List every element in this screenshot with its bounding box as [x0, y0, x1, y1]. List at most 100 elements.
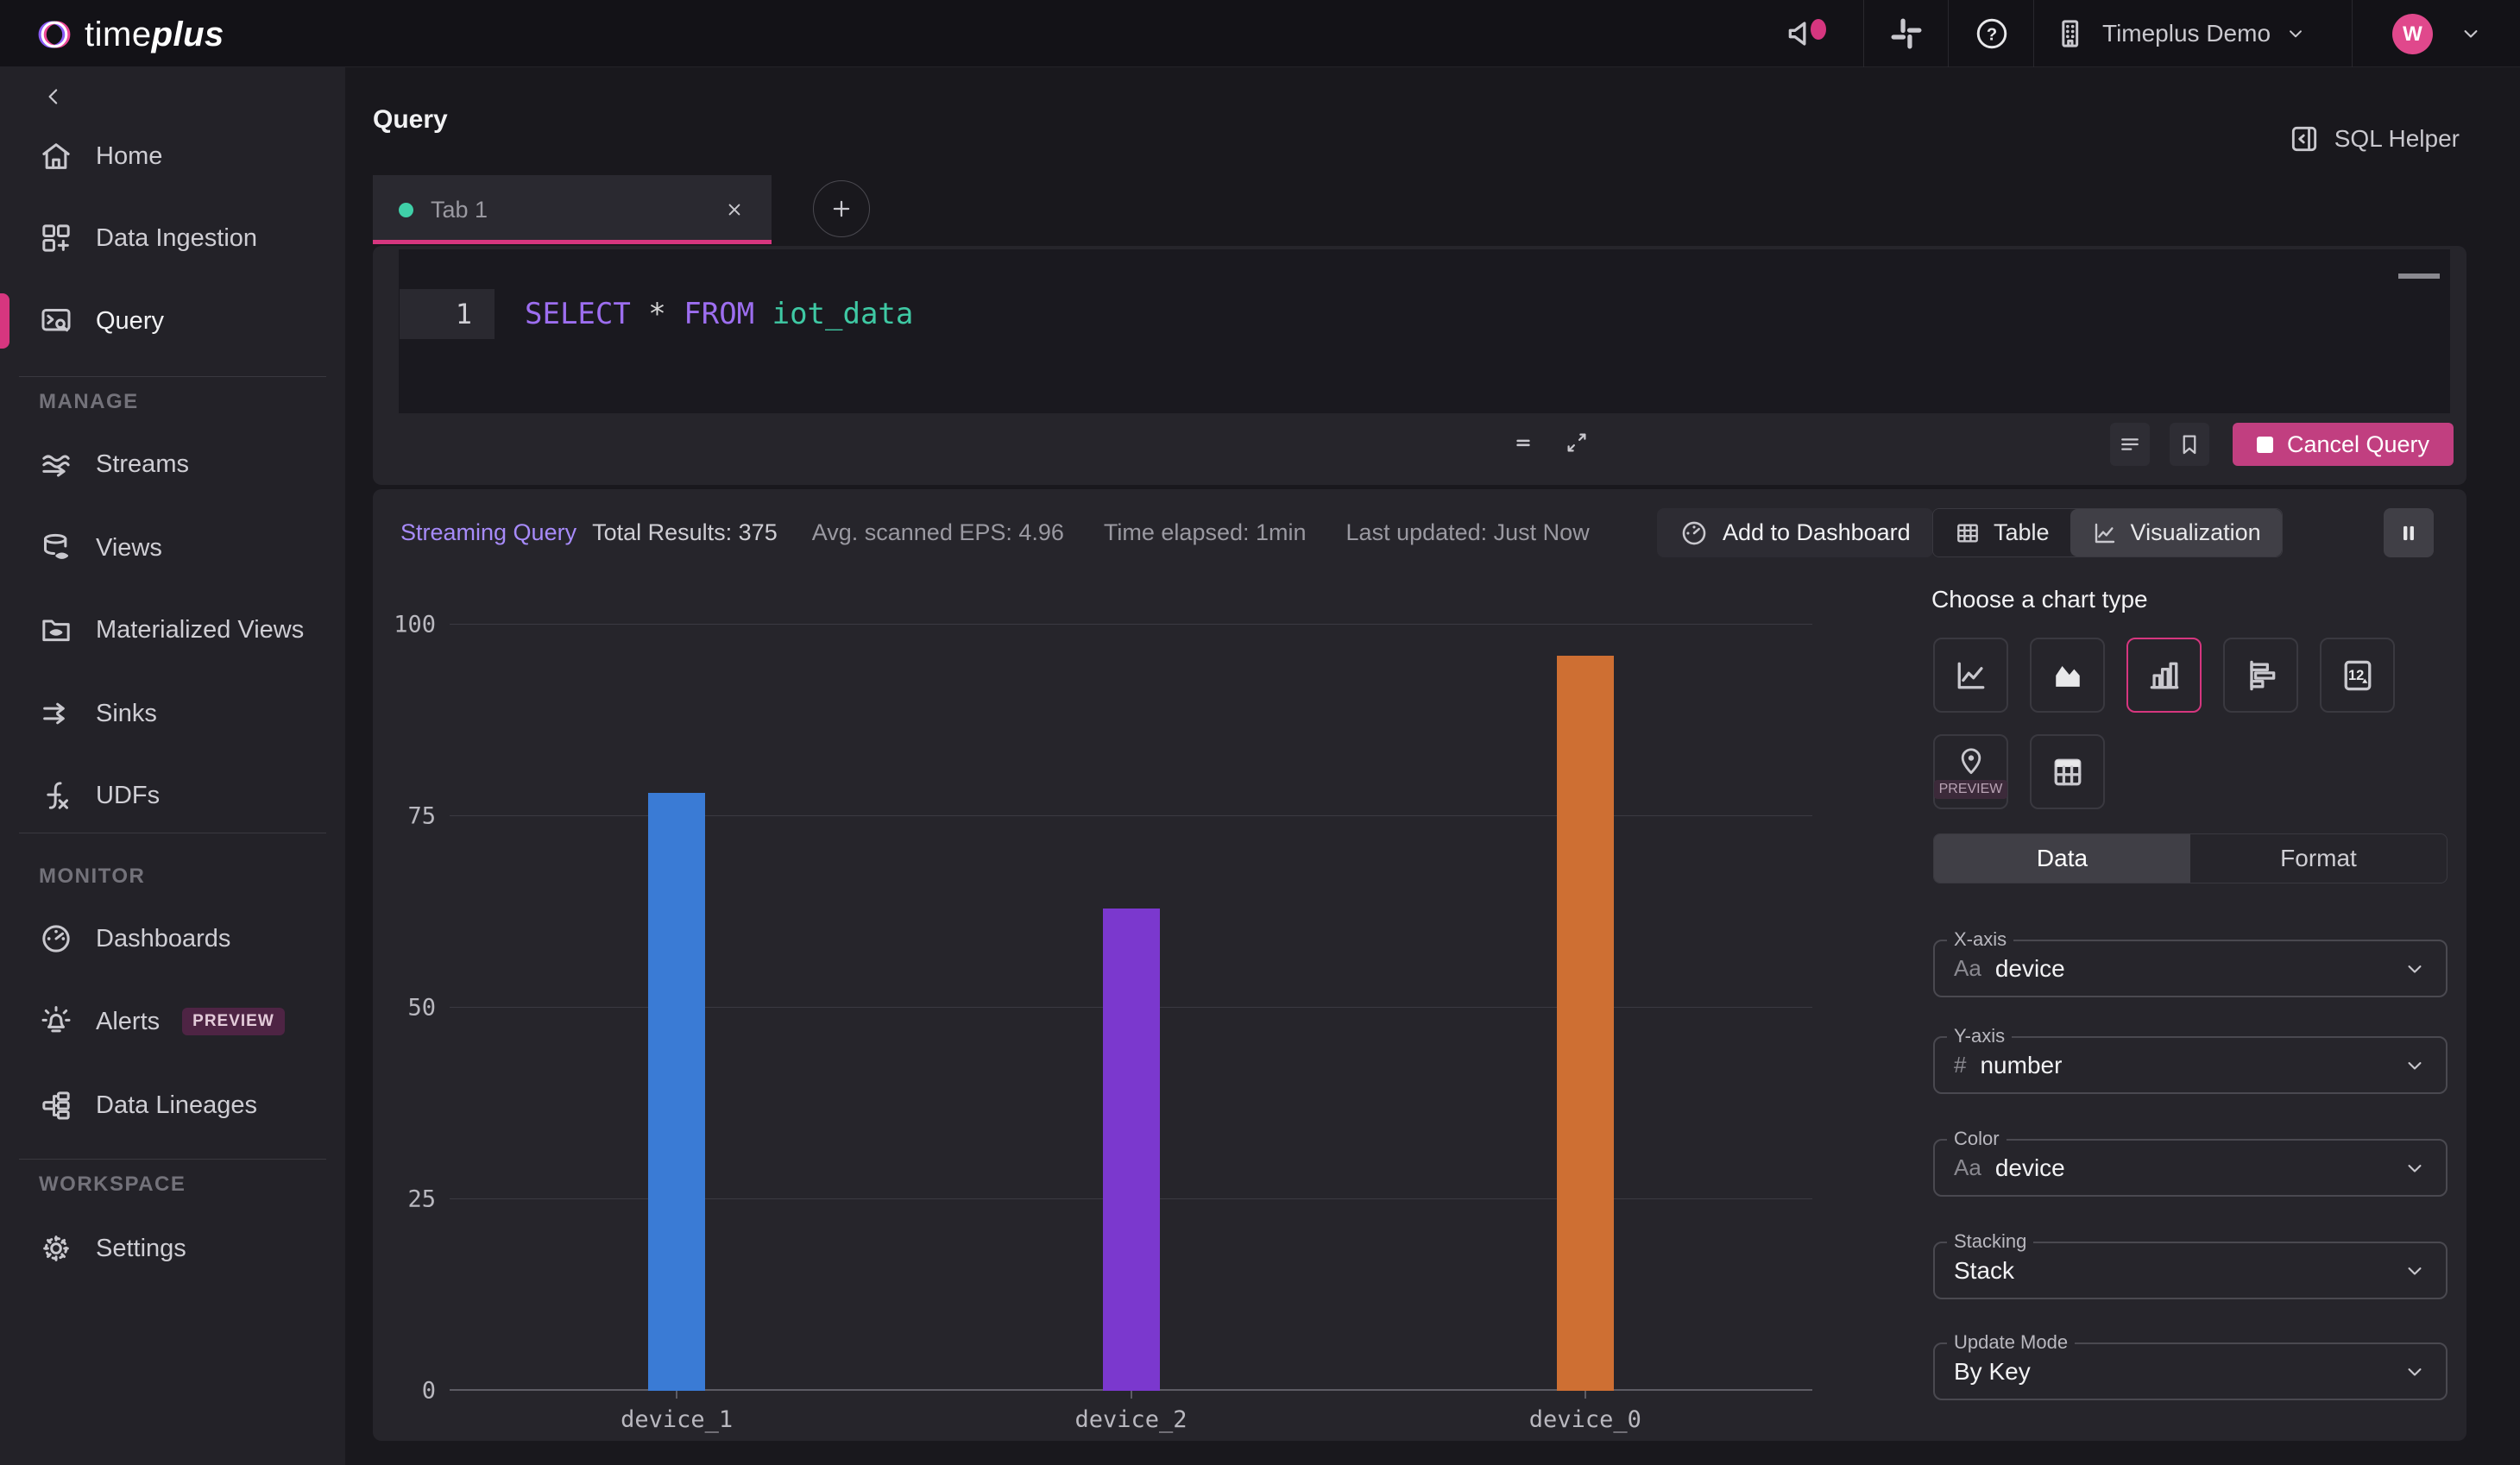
sidebar-item-label: UDFs: [96, 781, 161, 809]
building-icon: [2062, 20, 2079, 47]
notification-dot: [1811, 19, 1826, 40]
string-type-icon: Aa: [1954, 1154, 1981, 1180]
lineage-icon: [42, 1091, 70, 1120]
sidebar-item-views[interactable]: Views: [0, 517, 345, 579]
color-select[interactable]: Color Aa device: [1933, 1128, 2448, 1197]
x-axis-label: device_0: [1528, 1406, 1641, 1433]
sql-token: iot_data: [754, 297, 914, 331]
slack-button[interactable]: [1880, 0, 1933, 67]
timeplus-logo-icon: [38, 21, 71, 48]
user-menu-button[interactable]: [2449, 0, 2492, 67]
stacking-select[interactable]: Stacking Stack: [1933, 1230, 2448, 1299]
sidebar-item-dashboards[interactable]: Dashboards: [0, 908, 345, 970]
visualization-view-button[interactable]: Visualization: [2070, 509, 2282, 556]
topbar-divider: [2033, 0, 2034, 67]
format-sql-button[interactable]: [2110, 423, 2150, 466]
sidebar-item-materialized-views[interactable]: Materialized Views: [0, 599, 345, 661]
add-to-dashboard-label: Add to Dashboard: [1723, 519, 1911, 545]
tab-tab1[interactable]: Tab 1: [373, 175, 772, 244]
alerts-preview-badge: PREVIEW: [182, 1008, 285, 1035]
workspace-switcher[interactable]: Timeplus Demo: [2054, 0, 2307, 67]
close-icon[interactable]: [723, 198, 746, 221]
field-label: Y-axis: [1947, 1025, 2013, 1047]
bar-device_1: [648, 793, 706, 1391]
table-view-label: Table: [1994, 519, 2050, 545]
chart-type-table-button[interactable]: [2030, 734, 2105, 809]
field-label: X-axis: [1947, 928, 2014, 951]
chart-type-single-value-button[interactable]: 12: [2320, 638, 2395, 713]
pause-icon: [2403, 525, 2414, 540]
chart-type-column-button[interactable]: [2126, 638, 2202, 713]
tab-format[interactable]: Format: [2190, 834, 2447, 883]
table-icon: [1957, 523, 1978, 543]
sidebar-item-label: Settings: [96, 1234, 186, 1262]
map-preview-badge: PREVIEW: [1933, 779, 2008, 799]
svg-text:?: ?: [1987, 25, 1997, 44]
sql-helper-button[interactable]: SQL Helper: [2288, 123, 2460, 155]
sql-helper-label: SQL Helper: [2334, 125, 2460, 152]
plus-icon: [833, 200, 850, 217]
query-mode-label: Streaming Query: [400, 519, 577, 545]
time-elapsed-stat: Time elapsed: 1min: [1103, 519, 1307, 545]
cancel-query-label: Cancel Query: [2286, 431, 2430, 457]
chart-type-area-button[interactable]: [2030, 638, 2105, 713]
chevron-left-icon: [48, 89, 58, 104]
add-to-dashboard-button[interactable]: Add to Dashboard: [1657, 508, 1933, 557]
sidebar-item-data-lineages[interactable]: Data Lineages: [0, 1074, 345, 1136]
editor-scrollbar[interactable]: [2398, 274, 2440, 279]
sql-code-line[interactable]: SELECT * FROM iot_data: [525, 289, 913, 339]
sidebar-divider: [19, 376, 326, 377]
sidebar-item-streams[interactable]: Streams: [0, 433, 345, 495]
chart-type-bar-button[interactable]: [2223, 638, 2298, 713]
sidebar-item-home[interactable]: Home: [0, 125, 345, 187]
table-view-button[interactable]: Table: [1933, 509, 2070, 556]
sidebar-item-query[interactable]: Query: [0, 290, 345, 352]
user-avatar[interactable]: W: [2392, 14, 2433, 54]
sidebar-section-manage: MANAGE: [39, 390, 139, 413]
chart-type-line-button[interactable]: [1933, 638, 2008, 713]
field-value: Stack: [1954, 1256, 2015, 1284]
line-chart-type-icon: [1957, 662, 1984, 688]
resize-handle-icon[interactable]: [1509, 428, 1538, 457]
y-axis-select[interactable]: Y-axis # number: [1933, 1025, 2448, 1094]
table-type-icon: [2054, 758, 2081, 785]
x-axis-select[interactable]: X-axis Aa device: [1933, 928, 2448, 997]
add-tab-button[interactable]: [813, 180, 870, 237]
sql-token: *: [630, 297, 684, 331]
query-tabstrip: Tab 1: [373, 173, 870, 244]
number-type-icon: #: [1954, 1052, 1967, 1078]
sidebar-item-label: Views: [96, 533, 162, 562]
sidebar-item-data-ingestion[interactable]: Data Ingestion: [0, 207, 345, 269]
update-mode-select[interactable]: Update Mode By Key: [1933, 1331, 2448, 1400]
tab-data[interactable]: Data: [1934, 834, 2190, 883]
streams-waves-icon: [42, 455, 70, 477]
sidebar-item-alerts[interactable]: Alerts PREVIEW: [0, 990, 345, 1053]
bar-device_2: [1102, 908, 1160, 1391]
sidebar-item-settings[interactable]: Settings: [0, 1217, 345, 1280]
results-panel: Streaming Query Total Results: 375 Avg. …: [373, 489, 2466, 1441]
expand-icon[interactable]: [1564, 430, 1590, 456]
help-button[interactable]: ?: [1966, 0, 2018, 67]
chart-type-map-button[interactable]: PREVIEW: [1933, 734, 2008, 809]
sql-editor[interactable]: 1 SELECT * FROM iot_data: [399, 249, 2450, 413]
sidebar-item-label: Home: [96, 141, 163, 170]
main-content: Query SQL Helper Tab 1 1 SELECT * FROM i…: [345, 67, 2520, 1465]
panel-chevron-icon: [2291, 126, 2316, 152]
x-axis-label: device_2: [1074, 1406, 1188, 1433]
sidebar-item-udfs[interactable]: UDFs: [0, 764, 345, 827]
cancel-query-button[interactable]: Cancel Query: [2233, 423, 2454, 466]
function-icon: [47, 782, 68, 809]
gauge-icon: [42, 925, 70, 953]
announcements-button[interactable]: [1776, 0, 1830, 67]
y-axis-label: 25: [407, 1185, 436, 1213]
x-tick-mark: [1130, 1391, 1132, 1399]
timeplus-logo[interactable]: timeplus: [35, 15, 224, 54]
sidebar-section-workspace: WORKSPACE: [39, 1173, 186, 1196]
pause-query-button[interactable]: [2384, 508, 2434, 557]
svg-text:12: 12: [2347, 668, 2363, 683]
sql-editor-panel: 1 SELECT * FROM iot_data Cancel Query: [373, 246, 2466, 485]
sidebar-item-sinks[interactable]: Sinks: [0, 682, 345, 745]
bookmark-button[interactable]: [2170, 423, 2209, 466]
sidebar-collapse-button[interactable]: [36, 79, 71, 114]
database-eye-icon: [44, 533, 68, 559]
